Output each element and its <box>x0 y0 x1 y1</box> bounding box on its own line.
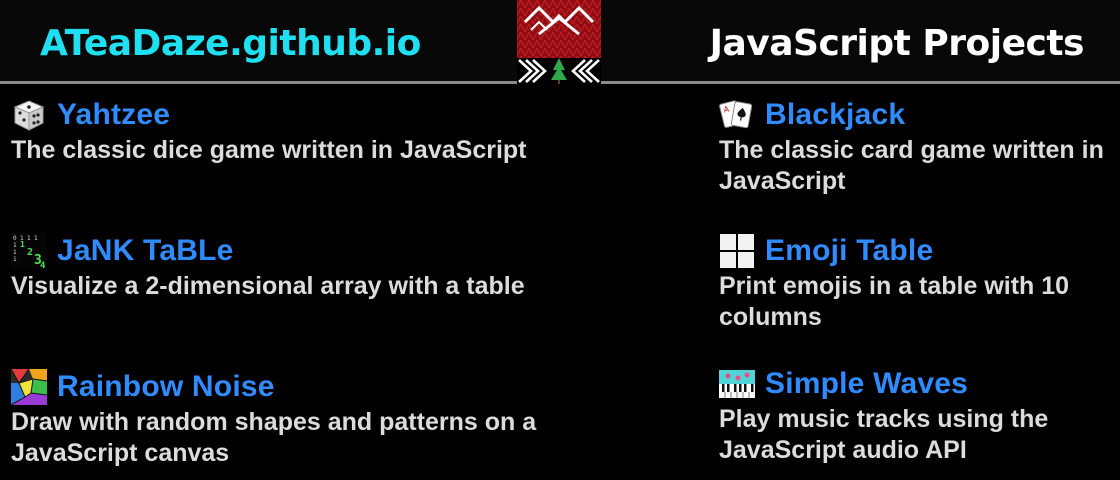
site-link[interactable]: ATeaDaze.github.io <box>40 20 421 68</box>
svg-text:1: 1 <box>13 249 17 256</box>
rainbow-shapes-icon <box>11 369 47 405</box>
project-description-yahtzee: The classic dice game written in JavaScr… <box>11 136 527 164</box>
page-title: JavaScript Projects <box>709 23 1085 64</box>
project-description-simple-waves: Play music tracks using the JavaScript a… <box>719 405 1049 464</box>
project-card-jank-table: 0111 1 1 1 1 2 3 4 JaNK TaBLe Visualize … <box>11 233 551 302</box>
project-link-rainbow-noise[interactable]: Rainbow Noise <box>57 369 275 405</box>
project-description-rainbow-noise: Draw with random shapes and patterns on … <box>11 408 537 467</box>
svg-text:1: 1 <box>20 240 25 249</box>
project-card-rainbow-noise: Rainbow Noise Draw with random shapes an… <box>11 369 551 469</box>
project-description-jank-table: Visualize a 2-dimensional array with a t… <box>11 272 525 300</box>
svg-text:0: 0 <box>13 235 17 242</box>
project-description-blackjack: The classic card game written in JavaScr… <box>719 136 1104 195</box>
project-link-jank-table[interactable]: JaNK TaBLe <box>57 233 234 269</box>
project-link-emoji-table[interactable]: Emoji Table <box>765 233 933 269</box>
project-card-emoji-table: Emoji Table Print emojis in a table with… <box>719 233 1119 333</box>
project-link-simple-waves[interactable]: Simple Waves <box>765 366 968 402</box>
project-link-yahtzee[interactable]: Yahtzee <box>57 97 170 133</box>
project-card-yahtzee: Yahtzee The classic dice game written in… <box>11 97 551 166</box>
svg-text:1: 1 <box>27 235 31 242</box>
svg-text:1: 1 <box>13 256 17 263</box>
svg-text:4: 4 <box>40 261 46 269</box>
project-card-blackjack: A Blackjack The classic card game writte… <box>719 97 1119 197</box>
matrix-table-icon: 0111 1 1 1 1 2 3 4 <box>11 233 47 269</box>
playing-cards-icon: A <box>719 100 753 129</box>
piano-keys-icon <box>719 370 755 398</box>
svg-text:1: 1 <box>34 235 38 242</box>
project-card-simple-waves: Simple Waves Play music tracks using the… <box>719 366 1119 466</box>
svg-text:2: 2 <box>27 247 33 258</box>
project-link-blackjack[interactable]: Blackjack <box>765 97 905 133</box>
twin-peaks-logo-icon[interactable] <box>517 0 601 84</box>
project-description-emoji-table: Print emojis in a table with 10 columns <box>719 272 1070 331</box>
dice-icon <box>13 100 45 131</box>
grid-icon <box>720 234 754 268</box>
svg-text:1: 1 <box>13 242 17 249</box>
page-header: ATeaDaze.github.io JavaScript Projects <box>0 0 1120 84</box>
